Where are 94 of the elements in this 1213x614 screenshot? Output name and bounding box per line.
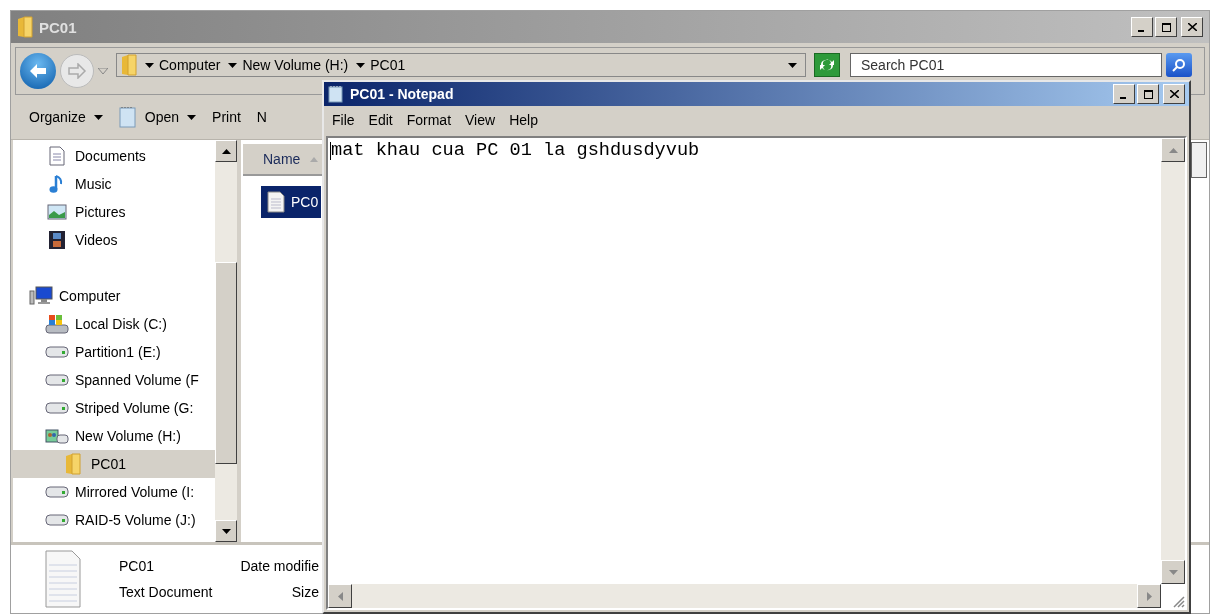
menu-item[interactable]: Format (406, 112, 452, 128)
folder-icon (65, 453, 81, 475)
scrollbar[interactable] (1161, 138, 1185, 584)
folder-icon (17, 16, 33, 38)
scroll-down-button[interactable] (1161, 560, 1185, 584)
close-icon (1169, 90, 1179, 98)
tree-item[interactable]: Spanned Volume (F (13, 366, 215, 394)
text-file-icon (267, 191, 285, 213)
scroll-up-button[interactable] (215, 140, 237, 162)
close-button[interactable] (1163, 84, 1185, 104)
up-arrow-icon (221, 148, 231, 154)
folder-icon (121, 54, 137, 76)
caret-icon (356, 62, 366, 68)
right-arrow-icon (1146, 591, 1152, 601)
tree-item[interactable]: Videos (13, 226, 215, 254)
film-strip-icon (48, 230, 66, 250)
document-icon (48, 146, 66, 166)
notepad-icon (328, 85, 344, 103)
text-cursor (330, 142, 331, 160)
maximize-icon (1161, 23, 1171, 32)
refresh-button[interactable] (814, 53, 840, 77)
tree-item[interactable]: Partition1 (E:) (13, 338, 215, 366)
landscape-picture-icon (47, 203, 67, 221)
tree-item[interactable]: Striped Volume (G: (13, 394, 215, 422)
toolbar-button[interactable]: Organize (29, 109, 103, 125)
tree-item[interactable]: Documents (13, 142, 215, 170)
scrollbar[interactable] (328, 584, 1161, 608)
close-button[interactable] (1181, 17, 1203, 37)
tree-item[interactable]: Mirrored Volume (I: (13, 478, 215, 506)
tree-item[interactable]: New Volume (H:) (13, 422, 215, 450)
scroll-thumb[interactable] (215, 262, 237, 464)
minimize-button[interactable] (1113, 84, 1135, 104)
tree-item[interactable]: RAID-5 Volume (J:) (13, 506, 215, 534)
shared-drive-icon (45, 428, 69, 444)
toolbar-button[interactable]: Open (118, 106, 197, 128)
file-name: PC01 (119, 558, 156, 574)
caret-icon (788, 62, 797, 68)
up-arrow-icon (1168, 147, 1178, 153)
down-arrow-icon (221, 528, 231, 534)
minimize-button[interactable] (1131, 17, 1153, 37)
left-arrow-icon (28, 63, 48, 79)
caret-icon (145, 62, 154, 68)
size-label: Size (291, 584, 319, 600)
toolbar-button[interactable]: Print (212, 109, 241, 125)
scroll-left-button[interactable] (328, 584, 352, 608)
drive-icon (45, 374, 69, 386)
text-file-icon (45, 549, 81, 609)
system-drive-icon (45, 314, 69, 334)
maximize-button[interactable] (1137, 84, 1159, 104)
back-button[interactable] (20, 53, 56, 89)
tree-item[interactable]: Computer (13, 282, 215, 310)
menu-item[interactable]: Help (509, 112, 538, 128)
window-title: PC01 (39, 18, 77, 36)
breadcrumb-item[interactable]: New Volume (H:) (242, 57, 349, 73)
address-bar[interactable]: Computer New Volume (H:) PC01 (116, 53, 806, 77)
breadcrumb-item[interactable]: PC01 (370, 57, 406, 73)
window-title: PC01 - Notepad (350, 86, 454, 102)
search-icon (1172, 58, 1186, 72)
menu-item[interactable]: Edit (368, 112, 393, 128)
drive-icon (45, 402, 69, 414)
left-arrow-icon (337, 591, 343, 601)
notepad-icon (118, 106, 137, 128)
scrollbar[interactable] (215, 140, 237, 542)
refresh-icon (818, 58, 836, 72)
file-type: Text Document (119, 584, 214, 600)
scroll-up-button[interactable] (1161, 138, 1185, 162)
tree-item[interactable]: Local Disk (C:) (13, 310, 215, 338)
text-area[interactable]: mat khau cua PC 01 la gshdusdyvub (326, 136, 1187, 610)
search-field[interactable]: Search PC01 (850, 53, 1162, 77)
date-modified-label: Date modifie (240, 558, 319, 574)
toolbar-button[interactable]: N (256, 109, 267, 125)
tree-item[interactable]: Music (13, 170, 215, 198)
drive-icon (45, 514, 69, 526)
resize-grip-icon[interactable] (1171, 594, 1185, 608)
scroll-right-button[interactable] (1137, 584, 1161, 608)
close-icon (1187, 23, 1197, 31)
tree-item[interactable]: Pictures (13, 198, 215, 226)
maximize-button[interactable] (1155, 17, 1177, 37)
computer-icon (29, 286, 53, 306)
menu-item[interactable]: File (332, 112, 355, 128)
down-arrow-icon (1168, 569, 1178, 575)
tree-item[interactable]: PC01 (13, 450, 215, 478)
caret-icon (93, 114, 103, 120)
breadcrumb-item[interactable]: Computer (159, 57, 221, 73)
maximize-icon (1143, 90, 1153, 99)
menu-item[interactable]: View (465, 112, 496, 128)
file-row[interactable]: PC0 (261, 186, 321, 218)
drive-icon (45, 346, 69, 358)
caret-icon (228, 62, 238, 68)
search-button[interactable] (1166, 53, 1192, 77)
scroll-down-button[interactable] (215, 520, 237, 542)
right-arrow-icon (67, 63, 87, 79)
drive-icon (45, 486, 69, 498)
caret-icon (187, 114, 197, 120)
